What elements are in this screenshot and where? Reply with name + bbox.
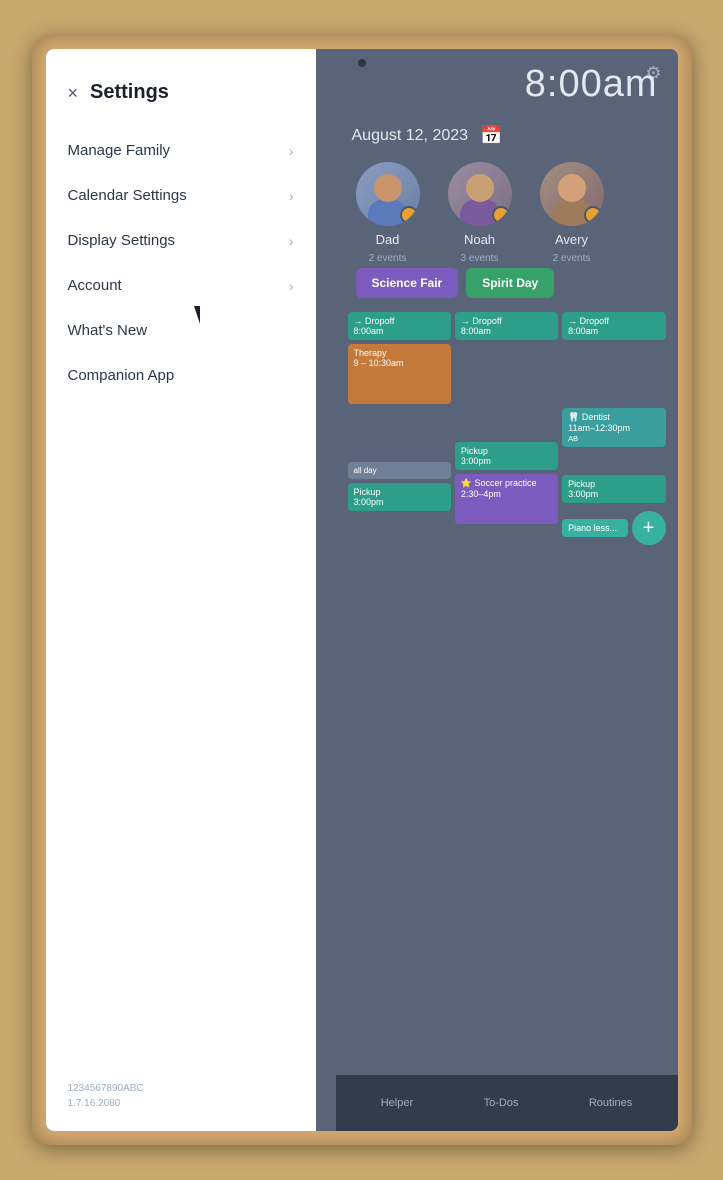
time-display: 8:00am	[525, 63, 658, 106]
close-button[interactable]: ×	[68, 84, 79, 102]
cal-event-dropoff-3[interactable]: → Dropoff8:00am	[562, 312, 665, 340]
chevron-right-icon: ›	[289, 188, 294, 204]
device-frame: ⚙ 8:00am August 12, 2023 📅	[32, 35, 692, 1145]
menu-item-whats-new[interactable]: What's New	[46, 308, 316, 353]
avatar-avery[interactable]: Avery 2 events	[540, 162, 604, 264]
version-number: 1.7.16.2080	[68, 1096, 294, 1111]
camera-dot	[358, 59, 366, 67]
avatar-sub-avery: 2 events	[553, 253, 591, 264]
cal-event-dropoff-2[interactable]: → Dropoff8:00am	[455, 312, 558, 340]
chevron-right-icon: ›	[289, 278, 294, 294]
menu-item-companion-app[interactable]: Companion App	[46, 353, 316, 398]
avatar-name-noah: Noah	[464, 232, 495, 247]
cal-event-soccer[interactable]: ⭐ Soccer practice2:30–4pm	[455, 474, 558, 524]
bottom-tabs: Helper To-Dos Routines	[336, 1075, 678, 1131]
settings-panel: × Settings Manage Family › Calendar Sett…	[46, 49, 316, 1131]
menu-item-account[interactable]: Account ›	[46, 263, 316, 308]
menu-item-calendar-settings[interactable]: Calendar Settings ›	[46, 173, 316, 218]
avatar-sub-noah: 3 events	[461, 253, 499, 264]
version-info: 1234567890ABC 1.7.16.2080	[46, 1069, 316, 1131]
cal-event-pickup-2[interactable]: Pickup3:00pm	[455, 442, 558, 470]
event-science-fair[interactable]: Science Fair	[356, 268, 459, 298]
menu-label-account: Account	[68, 277, 122, 294]
menu-item-manage-family[interactable]: Manage Family ›	[46, 128, 316, 173]
menu-label-companion-app: Companion App	[68, 367, 175, 384]
avatar-name-avery: Avery	[555, 232, 588, 247]
cal-event-piano[interactable]: Piano less...	[562, 519, 627, 537]
cal-event-therapy[interactable]: Therapy9 – 10:30am	[348, 344, 451, 404]
avatar-sub-dad: 2 events	[369, 253, 407, 264]
cal-event-pickup-1[interactable]: Pickup3:00pm	[348, 483, 451, 511]
avatar-noah[interactable]: Noah 3 events	[448, 162, 512, 264]
menu-item-display-settings[interactable]: Display Settings ›	[46, 218, 316, 263]
cal-event-dentist[interactable]: 🦷 Dentist11am–12:30pmAB	[562, 408, 665, 447]
avatar-image-avery	[540, 162, 604, 226]
settings-title: Settings	[90, 81, 169, 104]
chevron-right-icon: ›	[289, 143, 294, 159]
avatar-dad[interactable]: Dad 2 events	[356, 162, 420, 264]
menu-label-manage-family: Manage Family	[68, 142, 171, 159]
tab-todos[interactable]: To-Dos	[484, 1097, 519, 1109]
menu-label-display-settings: Display Settings	[68, 232, 176, 249]
version-text: 1234567890ABC	[68, 1081, 294, 1096]
avatar-name-dad: Dad	[376, 232, 400, 247]
screen: ⚙ 8:00am August 12, 2023 📅	[46, 49, 678, 1131]
avatar-row: Dad 2 events Noah 3 events	[336, 154, 678, 272]
settings-menu: Manage Family › Calendar Settings › Disp…	[46, 120, 316, 1069]
date-area: August 12, 2023 📅	[336, 117, 678, 154]
date-text: August 12, 2023	[352, 127, 469, 145]
add-event-button[interactable]: +	[632, 511, 666, 545]
tab-routines[interactable]: Routines	[589, 1097, 632, 1109]
cal-event-pickup-3[interactable]: Pickup3:00pm	[562, 475, 665, 503]
cal-event-dropoff-1[interactable]: → Dropoff8:00am	[348, 312, 451, 340]
calendar-grid: → Dropoff8:00am Therapy9 – 10:30am all d…	[336, 304, 678, 1071]
avatar-image-noah	[448, 162, 512, 226]
menu-label-whats-new: What's New	[68, 322, 148, 339]
chevron-right-icon: ›	[289, 233, 294, 249]
event-spirit-day[interactable]: Spirit Day	[466, 268, 554, 298]
tab-helper[interactable]: Helper	[381, 1097, 413, 1109]
events-row: Science Fair Spirit Day	[336, 264, 678, 302]
menu-label-calendar-settings: Calendar Settings	[68, 187, 187, 204]
cal-event-something[interactable]: all day	[348, 462, 451, 479]
settings-header: × Settings	[46, 49, 316, 120]
calendar-icon[interactable]: 📅	[480, 125, 502, 146]
avatar-image-dad	[356, 162, 420, 226]
